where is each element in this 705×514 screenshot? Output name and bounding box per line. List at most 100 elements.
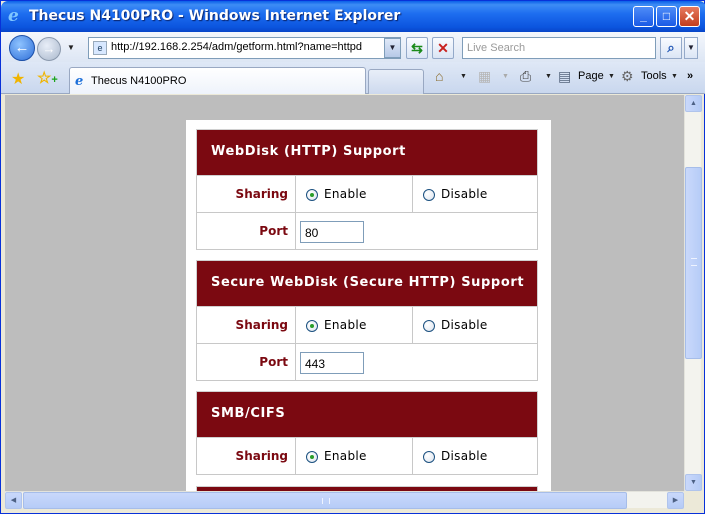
disable-radio[interactable]: [423, 189, 435, 201]
section-header: WebDisk (HTTP) Support: [196, 129, 538, 176]
grip-icon: [691, 258, 697, 266]
page-icon: e: [93, 41, 107, 55]
tab-label: Thecus N4100PRO: [91, 75, 187, 87]
vertical-scrollbar[interactable]: ▲ ▼: [684, 95, 702, 491]
vertical-scroll-thumb[interactable]: [685, 167, 702, 359]
enable-label: Enable: [324, 187, 367, 201]
horizontal-scroll-thumb[interactable]: [23, 492, 627, 509]
content-viewport: WebDisk (HTTP) Support Sharing Enable Di…: [5, 95, 684, 491]
port-label: Port: [259, 224, 288, 238]
print-icon[interactable]: ⎙: [520, 68, 531, 85]
enable-radio[interactable]: [306, 451, 318, 463]
enable-label: Enable: [324, 449, 367, 463]
page-menu[interactable]: Page: [578, 70, 604, 82]
favorites-star-icon[interactable]: ★: [11, 69, 25, 89]
section-title: SMB/CIFS: [211, 406, 286, 421]
tools-dropdown-icon[interactable]: ▼: [671, 73, 678, 80]
enable-label: Enable: [324, 318, 367, 332]
settings-panel: WebDisk (HTTP) Support Sharing Enable Di…: [186, 120, 551, 491]
section-title: WebDisk (HTTP) Support: [211, 144, 406, 159]
back-arrow-icon[interactable]: ←: [9, 35, 35, 61]
disable-label: Disable: [441, 187, 488, 201]
port-value: 443: [305, 357, 326, 371]
section-header: SMB/CIFS: [196, 391, 538, 438]
sharing-label: Sharing: [235, 187, 288, 201]
address-input[interactable]: http://192.168.2.254/adm/getform.html?na…: [111, 41, 362, 53]
toolbar-overflow-icon[interactable]: »: [687, 70, 693, 82]
maximize-button[interactable]: □: [656, 6, 677, 27]
sharing-label: Sharing: [235, 449, 288, 463]
refresh-icon[interactable]: ⇆: [406, 37, 428, 59]
print-dropdown-icon[interactable]: ▼: [545, 73, 552, 80]
ie-logo-icon: e: [8, 6, 19, 26]
disable-option[interactable]: Disable: [413, 176, 538, 212]
scroll-down-icon[interactable]: ▼: [685, 474, 702, 491]
section-title: Secure WebDisk (Secure HTTP) Support: [211, 275, 525, 290]
sharing-label-cell: Sharing: [197, 438, 296, 474]
feeds-icon[interactable]: ▦: [478, 68, 491, 85]
tools-menu[interactable]: Tools: [641, 70, 667, 82]
window-title: Thecus N4100PRO - Windows Internet Explo…: [29, 8, 401, 24]
stop-icon[interactable]: ✕: [432, 37, 454, 59]
enable-radio[interactable]: [306, 320, 318, 332]
navigation-bar: ← → ▼ e http://192.168.2.254/adm/getform…: [1, 32, 705, 62]
ie-page-icon: e: [75, 74, 84, 89]
home-icon[interactable]: ⌂: [435, 68, 443, 84]
new-tab-button[interactable]: [368, 69, 424, 94]
home-dropdown-icon[interactable]: ▼: [460, 73, 467, 80]
sharing-label-cell: Sharing: [197, 176, 296, 212]
disable-radio[interactable]: [423, 320, 435, 332]
browser-window: e Thecus N4100PRO - Windows Internet Exp…: [0, 0, 705, 514]
port-input[interactable]: 80: [300, 221, 364, 243]
webdisk-section: WebDisk (HTTP) Support Sharing Enable Di…: [196, 129, 538, 251]
page-dropdown-icon[interactable]: ▼: [608, 73, 615, 80]
forward-arrow-icon[interactable]: →: [37, 37, 61, 61]
sharing-label-cell: Sharing: [197, 307, 296, 343]
search-icon[interactable]: ⌕: [660, 37, 682, 59]
horizontal-scrollbar[interactable]: ◀ ▶: [5, 491, 684, 509]
section-header: Secure WebDisk (Secure HTTP) Support: [196, 260, 538, 307]
minimize-button[interactable]: _: [633, 6, 654, 27]
close-button[interactable]: ✕: [679, 6, 700, 27]
add-favorite-icon[interactable]: ☆+: [37, 68, 58, 88]
page-menu-icon[interactable]: ▤: [558, 68, 571, 85]
search-options-dropdown-icon[interactable]: ▼: [684, 37, 698, 59]
secure-webdisk-section: Secure WebDisk (Secure HTTP) Support Sha…: [196, 260, 538, 382]
title-bar[interactable]: e Thecus N4100PRO - Windows Internet Exp…: [1, 1, 705, 32]
tab-thecus[interactable]: e Thecus N4100PRO: [69, 67, 366, 94]
disable-option[interactable]: Disable: [413, 438, 538, 474]
smb-cifs-section: SMB/CIFS Sharing Enable Disable: [196, 391, 538, 476]
port-input[interactable]: 443: [300, 352, 364, 374]
disable-option[interactable]: Disable: [413, 307, 538, 343]
sharing-row: Sharing Enable Disable: [196, 438, 538, 475]
enable-option[interactable]: Enable: [296, 438, 413, 474]
tools-gear-icon[interactable]: ⚙: [621, 68, 634, 85]
scroll-left-icon[interactable]: ◀: [5, 492, 22, 509]
sharing-row: Sharing Enable Disable: [196, 176, 538, 213]
enable-option[interactable]: Enable: [296, 176, 413, 212]
disable-label: Disable: [441, 449, 488, 463]
scroll-right-icon[interactable]: ▶: [667, 492, 684, 509]
sharing-label: Sharing: [235, 318, 288, 332]
port-label-cell: Port: [197, 344, 296, 380]
grip-icon: [322, 498, 330, 504]
search-box[interactable]: Live Search: [462, 37, 656, 59]
scroll-up-icon[interactable]: ▲: [685, 95, 702, 112]
disable-label: Disable: [441, 318, 488, 332]
address-dropdown-icon[interactable]: ▼: [384, 38, 401, 58]
history-dropdown-icon[interactable]: ▼: [67, 43, 75, 52]
address-bar[interactable]: e http://192.168.2.254/adm/getform.html?…: [88, 37, 401, 59]
search-input[interactable]: Live Search: [467, 42, 525, 54]
port-row: Port 80: [196, 213, 538, 250]
feeds-dropdown-icon[interactable]: ▼: [502, 73, 509, 80]
port-label: Port: [259, 355, 288, 369]
port-row: Port 443: [196, 344, 538, 381]
disable-radio[interactable]: [423, 451, 435, 463]
port-value: 80: [305, 226, 319, 240]
port-label-cell: Port: [197, 213, 296, 249]
sharing-row: Sharing Enable Disable: [196, 307, 538, 344]
tab-bar: ★ ☆+ e Thecus N4100PRO ⌂ ▼ ▦ ▼ ⎙ ▼ ▤ Pag…: [1, 62, 705, 94]
enable-option[interactable]: Enable: [296, 307, 413, 343]
scrollbar-corner: [684, 491, 701, 508]
enable-radio[interactable]: [306, 189, 318, 201]
